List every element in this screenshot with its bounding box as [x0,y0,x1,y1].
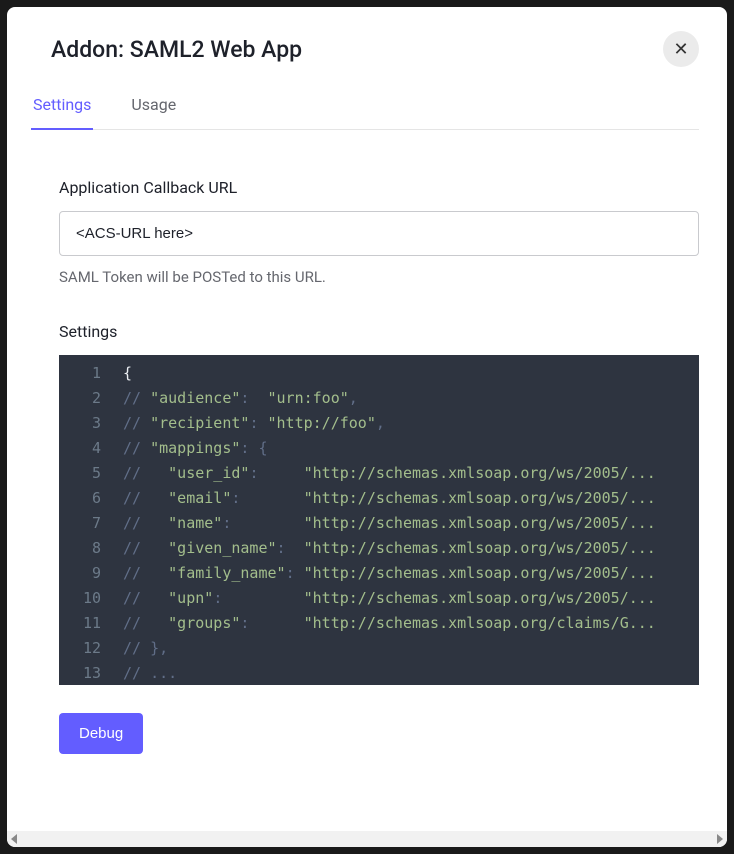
settings-label: Settings [59,322,699,341]
modal-title: Addon: SAML2 Web App [51,36,302,63]
modal-body[interactable]: Settings Usage Application Callback URL … [7,79,727,831]
callback-url-group: Application Callback URL SAML Token will… [59,178,699,286]
modal-header: Addon: SAML2 Web App ✕ [7,7,727,79]
tabs: Settings Usage [31,79,699,130]
callback-url-input[interactable] [59,211,699,256]
horizontal-scrollbar[interactable] [7,831,727,847]
addon-modal: Addon: SAML2 Web App ✕ Settings Usage Ap… [7,7,727,847]
tab-settings[interactable]: Settings [31,79,93,130]
settings-editor: 12345678910111213 {// "audience": "urn:f… [59,355,699,685]
debug-button[interactable]: Debug [59,713,143,754]
editor-scroll[interactable]: 12345678910111213 {// "audience": "urn:f… [59,355,699,685]
editor-code[interactable]: {// "audience": "urn:foo",// "recipient"… [111,355,699,685]
editor-gutter: 12345678910111213 [59,355,111,685]
callback-help: SAML Token will be POSTed to this URL. [59,268,699,286]
callback-label: Application Callback URL [59,178,699,197]
close-button[interactable]: ✕ [663,31,699,67]
close-icon: ✕ [673,39,688,60]
tab-usage[interactable]: Usage [129,79,178,130]
